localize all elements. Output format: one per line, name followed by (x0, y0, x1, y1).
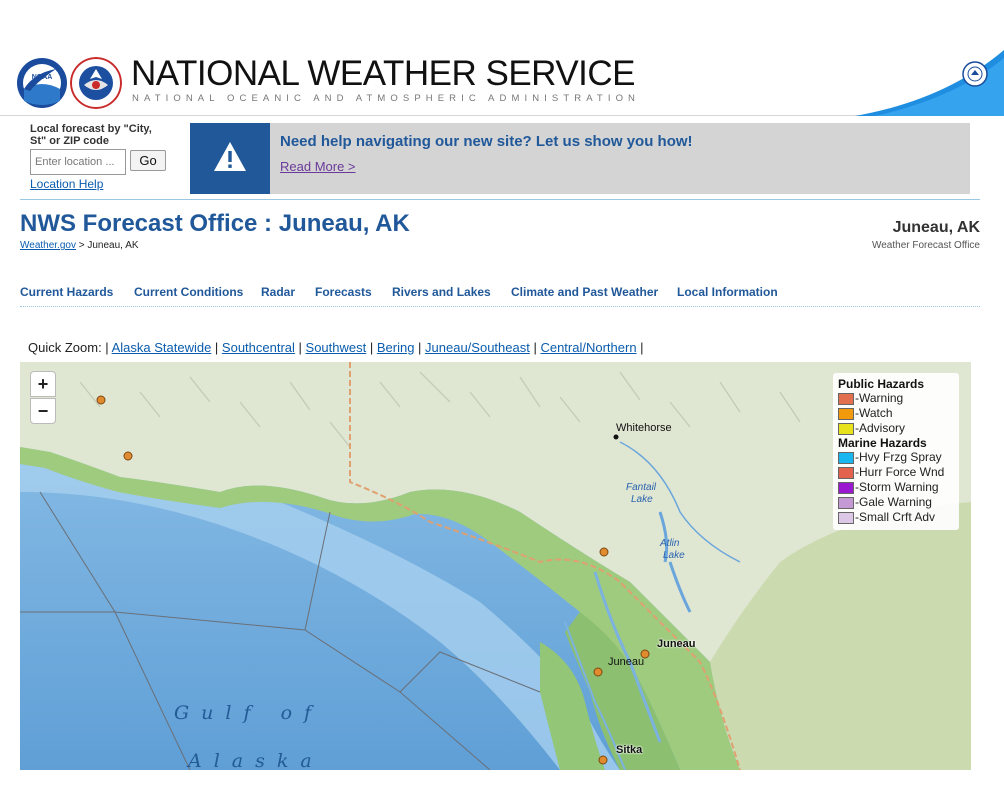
label-fantail-lake: Fantail (626, 482, 657, 493)
swatch-storm-warning (838, 481, 854, 494)
legend-item: -Warning (838, 391, 954, 406)
notice-text: Need help navigating our new site? Let u… (280, 133, 693, 150)
notice-icon-box (190, 123, 270, 194)
zoom-southwest[interactable]: Southwest (306, 340, 367, 355)
breadcrumb-separator: > (75, 240, 88, 251)
separator: | (414, 340, 426, 355)
nav-current-hazards[interactable]: Current Hazards (20, 285, 113, 299)
swatch-gale-warning (838, 496, 854, 509)
nav-current-conditions[interactable]: Current Conditions (134, 285, 243, 299)
location-help-link[interactable]: Location Help (30, 177, 103, 191)
main-nav: Current Hazards Current Conditions Radar… (20, 285, 980, 307)
zoom-alaska-statewide[interactable]: Alaska Statewide (112, 340, 212, 355)
help-notice-banner: Need help navigating our new site? Let u… (190, 123, 970, 194)
quick-zoom-label: Quick Zoom: (28, 340, 106, 355)
label-juneau-bold: Juneau (657, 638, 696, 650)
legend-item: -Hvy Frzg Spray (838, 450, 954, 465)
page-title: NWS Forecast Office : Juneau, AK (20, 210, 410, 237)
legend-item: -Hurr Force Wnd (838, 465, 954, 480)
label-atlin-lake-2: Lake (663, 550, 685, 561)
zoom-juneau-southeast[interactable]: Juneau/Southeast (425, 340, 530, 355)
nws-logo[interactable] (70, 57, 122, 109)
breadcrumb: Weather.gov > Juneau, AK (20, 240, 139, 251)
zoom-southcentral[interactable]: Southcentral (222, 340, 295, 355)
go-button[interactable]: Go (130, 150, 166, 171)
swatch-warning (838, 392, 854, 405)
city-dot (613, 434, 619, 440)
divider (20, 199, 980, 200)
separator: | (211, 340, 222, 355)
doc-seal[interactable] (962, 61, 988, 87)
nav-rivers-and-lakes[interactable]: Rivers and Lakes (392, 285, 491, 299)
map-markers (96, 395, 650, 765)
location-input[interactable] (30, 149, 126, 175)
legend-public-heading: Public Hazards (838, 377, 925, 391)
swatch-hvy-frzg-spray (838, 451, 854, 464)
hazard-marker (598, 755, 608, 765)
legend-item: -Watch (838, 406, 954, 421)
swatch-hurr-force-wnd (838, 466, 854, 479)
hazard-marker (599, 547, 609, 557)
site-header: NOAA NATIONAL WEATHER SERVICE NATIONAL O… (0, 50, 1004, 116)
hazard-marker (123, 451, 133, 461)
legend-marine-heading: Marine Hazards (838, 436, 927, 450)
svg-text:NOAA: NOAA (32, 74, 53, 81)
site-subtitle: NATIONAL OCEANIC AND ATMOSPHERIC ADMINIS… (132, 93, 641, 104)
quick-zoom-bar: Quick Zoom: | Alaska Statewide | Southce… (28, 340, 644, 355)
nav-climate-past-weather[interactable]: Climate and Past Weather (511, 285, 658, 299)
nav-forecasts[interactable]: Forecasts (315, 285, 372, 299)
separator: | (366, 340, 377, 355)
hazard-marker (96, 395, 106, 405)
separator: | (636, 340, 644, 355)
office-name: Juneau, AK (892, 219, 980, 236)
zoom-central-northern[interactable]: Central/Northern (540, 340, 636, 355)
label-atlin-lake: Atlin (660, 538, 680, 549)
nav-radar[interactable]: Radar (261, 285, 295, 299)
separator: | (529, 340, 541, 355)
legend-item: -Advisory (838, 421, 954, 436)
office-subtitle: Weather Forecast Office (871, 240, 980, 251)
local-forecast-label: Local forecast by "City, St" or ZIP code (30, 123, 152, 147)
swatch-advisory (838, 422, 854, 435)
breadcrumb-home-link[interactable]: Weather.gov (20, 240, 76, 251)
hazard-marker (593, 667, 603, 677)
noaa-logo[interactable]: NOAA (16, 57, 68, 109)
read-more-link[interactable]: Read More > (280, 159, 356, 174)
label-juneau: Juneau (608, 656, 645, 668)
nav-local-information[interactable]: Local Information (677, 285, 778, 299)
separator: | (294, 340, 306, 355)
legend-item: -Gale Warning (838, 495, 954, 510)
hazards-map[interactable]: + − Whitehorse Fantail Lake Atlin Lake J… (20, 362, 971, 770)
breadcrumb-current: Juneau, AK (87, 240, 139, 251)
legend-item: -Storm Warning (838, 480, 954, 495)
label-sitka: Sitka (616, 744, 643, 756)
label-alaska: Alaska (188, 750, 324, 770)
label-fantail-lake-2: Lake (631, 494, 653, 505)
local-forecast-form: Local forecast by "City, St" or ZIP code… (30, 123, 180, 191)
legend-item: -Small Crft Adv (838, 510, 954, 525)
swatch-watch (838, 407, 854, 420)
swatch-small-crft-adv (838, 511, 854, 524)
site-title[interactable]: NATIONAL WEATHER SERVICE (131, 54, 636, 94)
label-whitehorse: Whitehorse (616, 422, 672, 434)
label-gulf-of: Gulf of (174, 702, 324, 724)
zoom-bering[interactable]: Bering (377, 340, 415, 355)
map-legend: Public Hazards -Warning -Watch -Advisory… (833, 373, 959, 530)
warning-icon (214, 142, 246, 171)
